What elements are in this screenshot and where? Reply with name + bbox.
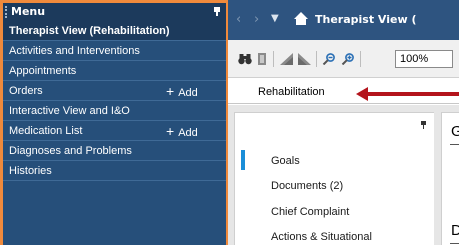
menu-item-label: Therapist View (Rehabilitation) bbox=[9, 25, 170, 37]
pin-icon[interactable] bbox=[214, 7, 220, 16]
chevron-right-icon[interactable]: › bbox=[254, 12, 259, 27]
toolbar: 100% bbox=[228, 40, 459, 78]
menu-item-interactive-view[interactable]: Interactive View and I&O bbox=[3, 101, 226, 121]
page-forward-icon[interactable] bbox=[298, 53, 311, 65]
top-navigation-bar: ‹ › ▼ Therapist View ( bbox=[228, 0, 459, 40]
chevron-left-icon[interactable]: ‹ bbox=[236, 12, 241, 27]
annotation-arrow-icon bbox=[356, 87, 459, 101]
menu-item-label: Histories bbox=[9, 165, 52, 177]
zoom-in-icon[interactable] bbox=[341, 53, 355, 65]
nav-link-documents[interactable]: Documents (2) bbox=[271, 180, 343, 192]
menu-item-therapist-view[interactable]: Therapist View (Rehabilitation) bbox=[3, 21, 226, 41]
page-title: Therapist View ( bbox=[315, 13, 417, 26]
menu-item-label: Medication List bbox=[9, 125, 83, 137]
menu-item-orders[interactable]: Orders + Add bbox=[3, 81, 226, 101]
menu-item-label: Appointments bbox=[9, 65, 77, 77]
add-label: Add bbox=[178, 127, 198, 139]
print-icon[interactable] bbox=[256, 53, 268, 65]
orders-add-button[interactable]: + Add bbox=[166, 81, 198, 103]
nav-link-chief-complaint[interactable]: Chief Complaint bbox=[271, 206, 349, 218]
drag-handle-icon[interactable] bbox=[5, 6, 7, 18]
medication-add-button[interactable]: + Add bbox=[166, 121, 198, 143]
menu-title: Menu bbox=[11, 5, 46, 18]
nav-link-actions-situational[interactable]: Actions & Situational bbox=[271, 231, 372, 243]
section-heading-goals: G bbox=[451, 123, 459, 140]
section-divider bbox=[450, 144, 459, 145]
section-nav-panel: Goals Documents (2) Chief Complaint Acti… bbox=[234, 112, 434, 245]
nav-link-goals[interactable]: Goals bbox=[271, 155, 300, 167]
menu-panel: Menu Therapist View (Rehabilitation) Act… bbox=[3, 3, 226, 245]
menu-header: Menu bbox=[3, 3, 226, 21]
zoom-out-icon[interactable] bbox=[322, 53, 336, 65]
menu-item-label: Interactive View and I&O bbox=[9, 105, 130, 117]
active-section-indicator bbox=[241, 150, 245, 170]
pin-icon[interactable] bbox=[421, 121, 426, 129]
menu-item-label: Activities and Interventions bbox=[9, 45, 140, 57]
caret-down-icon[interactable]: ▼ bbox=[271, 13, 279, 24]
plus-icon: + bbox=[166, 83, 175, 99]
menu-item-diagnoses[interactable]: Diagnoses and Problems bbox=[3, 141, 226, 161]
tab-strip: Rehabilitation bbox=[228, 79, 459, 104]
home-icon[interactable] bbox=[294, 12, 308, 25]
zoom-select[interactable]: 100% bbox=[395, 50, 453, 68]
main-document-panel: G D bbox=[441, 112, 459, 245]
section-divider bbox=[450, 243, 459, 244]
section-heading-documents: D bbox=[451, 222, 459, 239]
menu-item-label: Orders bbox=[9, 85, 43, 97]
plus-icon: + bbox=[166, 123, 175, 139]
tab-rehabilitation[interactable]: Rehabilitation bbox=[258, 86, 325, 98]
binoculars-icon[interactable] bbox=[238, 53, 252, 65]
add-label: Add bbox=[178, 87, 198, 99]
menu-item-appointments[interactable]: Appointments bbox=[3, 61, 226, 81]
menu-item-medication-list[interactable]: Medication List + Add bbox=[3, 121, 226, 141]
menu-item-label: Diagnoses and Problems bbox=[9, 145, 132, 157]
page-back-icon[interactable] bbox=[280, 53, 293, 65]
menu-item-activities[interactable]: Activities and Interventions bbox=[3, 41, 226, 61]
menu-item-histories[interactable]: Histories bbox=[3, 161, 226, 181]
